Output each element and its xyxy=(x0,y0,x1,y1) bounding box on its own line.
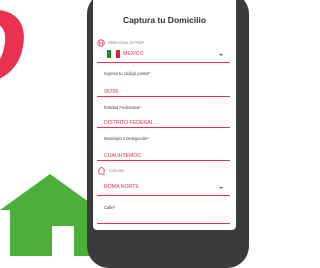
chevron-down-icon[interactable] xyxy=(219,54,223,56)
chevron-down-icon[interactable] xyxy=(219,187,223,189)
municipality-label: Municipio o Delegación* xyxy=(104,136,149,141)
colonia-label: Colonia* xyxy=(109,168,125,173)
municipality-underline xyxy=(97,160,230,161)
postal-underline xyxy=(97,96,230,97)
country-underline xyxy=(97,62,230,63)
colonia-select[interactable]: ROMA NORTE xyxy=(104,184,139,190)
house-illustration xyxy=(0,174,100,256)
country-label: Selecciona tu País* xyxy=(108,40,145,45)
mexico-flag-icon xyxy=(107,50,120,58)
postal-input[interactable]: 06700 xyxy=(104,89,118,95)
address-form-screen: Captura tu Domicilio Selecciona tu País*… xyxy=(93,0,236,230)
country-select[interactable]: MEXICO xyxy=(123,51,143,57)
municipality-input[interactable]: CUAUHTEMOC xyxy=(104,153,141,159)
home-icon xyxy=(97,166,106,175)
street-underline xyxy=(97,223,230,224)
colonia-underline xyxy=(97,195,230,196)
state-input[interactable]: DISTRITO FEDERAL xyxy=(104,120,153,126)
postal-label: Ingresa tu código postal* xyxy=(104,71,151,76)
state-label: Entidad Federativa* xyxy=(104,105,141,110)
street-label: Calle* xyxy=(104,205,116,210)
globe-icon xyxy=(97,39,105,47)
state-underline xyxy=(97,127,230,128)
form-title: Captura tu Domicilio xyxy=(122,15,207,25)
decorative-letter: O xyxy=(0,0,38,104)
